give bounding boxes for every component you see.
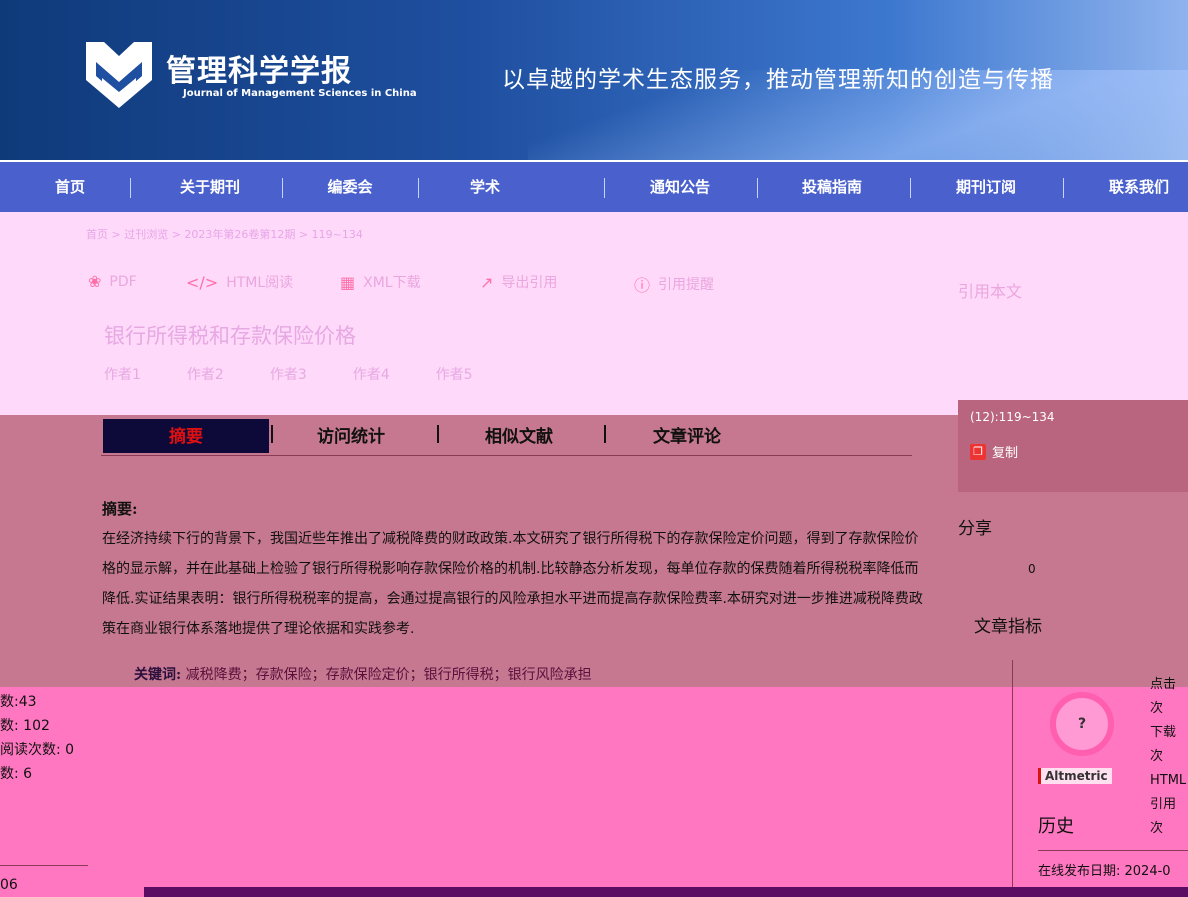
journal-name-cn[interactable]: 管理科学学报 bbox=[166, 46, 352, 90]
left-stats: 数:43 数: 102 阅读次数: 0 数: 6 bbox=[0, 690, 74, 786]
keywords-line: 关键词: 减税降费；存款保险；存款保险定价；银行所得税；银行风险承担 bbox=[134, 664, 592, 684]
xml-icon: ▦ bbox=[340, 272, 356, 292]
citation-alert-link[interactable]: ⓘ 引用提醒 bbox=[634, 272, 714, 296]
nav-divider bbox=[130, 178, 131, 198]
main-nav: 首页 关于期刊 编委会 学术 通知公告 投稿指南 期刊订阅 联系我们 bbox=[0, 160, 1188, 214]
tab-abstract[interactable]: 摘要 bbox=[103, 419, 269, 453]
nav-submission-guide[interactable]: 投稿指南 bbox=[782, 162, 882, 214]
nav-editorial-board[interactable]: 编委会 bbox=[310, 162, 390, 214]
nav-divider bbox=[757, 178, 758, 198]
metrics-heading: 文章指标 bbox=[974, 617, 1042, 637]
tab-divider bbox=[604, 425, 606, 443]
html-read-link[interactable]: </> HTML阅读 bbox=[186, 272, 293, 292]
nav-home[interactable]: 首页 bbox=[40, 162, 100, 214]
stat-line: 阅读次数: 0 bbox=[0, 742, 75, 758]
journal-logo-icon[interactable] bbox=[82, 36, 156, 114]
xml-download-link[interactable]: ▦ XML下载 bbox=[340, 272, 421, 292]
metric-label: HTML bbox=[1150, 773, 1187, 788]
site-header: 管理科学学报 Journal of Management Sciences in… bbox=[0, 0, 1188, 160]
footer-bar bbox=[144, 887, 1188, 897]
code-icon: </> bbox=[186, 272, 219, 292]
cite-issue-pages: (12):119~134 bbox=[970, 410, 1055, 424]
stat-line: 数: 102 bbox=[0, 718, 50, 734]
copy-citation-button[interactable]: ❐ 复制 bbox=[970, 442, 1018, 461]
nav-about[interactable]: 关于期刊 bbox=[160, 162, 260, 214]
article-tabs: 摘要 访问统计 相似文献 文章评论 bbox=[101, 419, 912, 456]
nav-divider bbox=[604, 178, 605, 198]
content-area-top bbox=[0, 212, 1188, 415]
nav-divider bbox=[910, 178, 911, 198]
left-bottom-text: 06 bbox=[0, 877, 18, 893]
metric-label: 点击次 bbox=[1150, 677, 1177, 716]
nav-academic[interactable]: 学术 bbox=[450, 162, 520, 214]
export-citation-label: 导出引用 bbox=[501, 275, 558, 291]
stat-line: 数:43 bbox=[0, 694, 37, 710]
copy-label: 复制 bbox=[992, 446, 1019, 461]
share-heading: 分享 bbox=[958, 519, 992, 539]
tab-access-stats[interactable]: 访问统计 bbox=[291, 419, 411, 453]
history-heading: 历史 bbox=[1038, 816, 1074, 837]
pdf-label: PDF bbox=[109, 273, 137, 290]
header-slogan: 以卓越的学术生态服务，推动管理新知的创造与传播 bbox=[502, 67, 1054, 93]
online-pub-date: 在线发布日期: 2024-0 bbox=[1038, 864, 1171, 879]
author-link[interactable]: 作者5 bbox=[436, 364, 473, 384]
journal-name-en: Journal of Management Sciences in China bbox=[183, 88, 417, 99]
keywords-list[interactable]: 减税降费；存款保险；存款保险定价；银行所得税；银行风险承担 bbox=[186, 667, 592, 683]
pdf-link[interactable]: ❀ PDF bbox=[88, 272, 137, 291]
alert-icon: ⓘ bbox=[634, 276, 651, 295]
metric-label: 下载次 bbox=[1150, 725, 1177, 764]
author-link[interactable]: 作者2 bbox=[187, 364, 224, 384]
nav-divider bbox=[1063, 178, 1064, 198]
metric-label: 引用次 bbox=[1150, 797, 1177, 836]
nav-contact[interactable]: 联系我们 bbox=[1090, 162, 1188, 214]
export-icon: ↗ bbox=[480, 272, 494, 292]
tab-divider bbox=[437, 425, 439, 443]
abstract-label: 摘要: bbox=[102, 500, 138, 518]
history-divider bbox=[1038, 850, 1188, 851]
article-title: 银行所得税和存款保险价格 bbox=[104, 324, 356, 348]
tab-comments[interactable]: 文章评论 bbox=[627, 419, 747, 453]
html-read-label: HTML阅读 bbox=[226, 275, 294, 291]
author-link[interactable]: 作者3 bbox=[270, 364, 307, 384]
xml-download-label: XML下载 bbox=[363, 275, 421, 291]
citation-alert-label: 引用提醒 bbox=[658, 277, 715, 293]
stat-line: 数: 6 bbox=[0, 766, 33, 782]
nav-divider bbox=[282, 178, 283, 198]
tab-divider bbox=[271, 425, 273, 443]
left-divider bbox=[0, 865, 88, 866]
author-link[interactable]: 作者4 bbox=[353, 364, 390, 384]
right-stats: 点击次 下载次 HTML 引用次 bbox=[1150, 673, 1188, 841]
author-link[interactable]: 作者1 bbox=[104, 364, 141, 384]
nav-divider bbox=[418, 178, 419, 198]
altmetric-label[interactable]: Altmetric bbox=[1038, 768, 1112, 784]
author-list: 作者1 作者2 作者3 作者4 作者5 bbox=[104, 364, 473, 384]
breadcrumb[interactable]: 首页 > 过刊浏览 > 2023年第26卷第12期 > 119~134 bbox=[86, 226, 363, 242]
nav-subscription[interactable]: 期刊订阅 bbox=[936, 162, 1036, 214]
cite-heading: 引用本文 bbox=[958, 282, 1023, 301]
export-citation-link[interactable]: ↗ 导出引用 bbox=[480, 272, 557, 292]
metrics-divider bbox=[1012, 660, 1013, 887]
share-count: 0 bbox=[1028, 562, 1036, 576]
altmetric-badge-icon[interactable]: ? bbox=[1050, 692, 1114, 756]
tab-similar-articles[interactable]: 相似文献 bbox=[459, 419, 579, 453]
copy-icon: ❐ bbox=[970, 443, 986, 460]
abstract-text: 在经济持续下行的背景下，我国近些年推出了减税降费的财政政策.本文研究了银行所得税… bbox=[102, 531, 923, 637]
pdf-icon: ❀ bbox=[88, 272, 102, 291]
content-area-bottom bbox=[0, 687, 1188, 897]
keywords-label: 关键词: bbox=[134, 667, 182, 683]
nav-notices[interactable]: 通知公告 bbox=[630, 162, 730, 214]
